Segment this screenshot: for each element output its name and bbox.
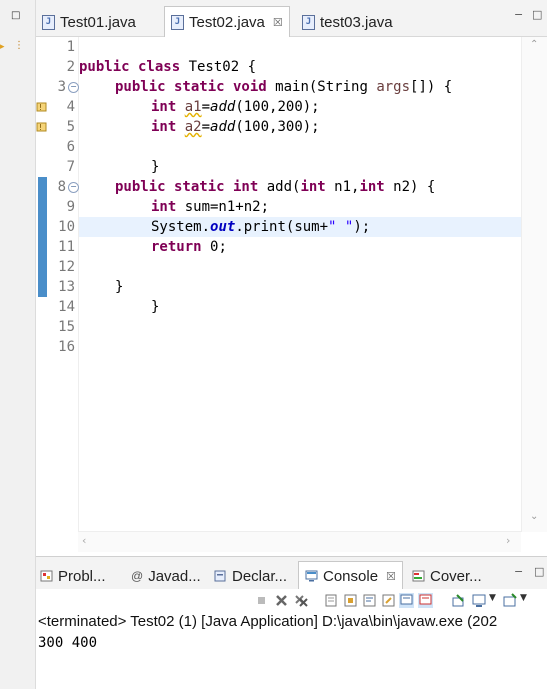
- tab-label: Probl...: [58, 567, 106, 585]
- line-number: 16: [58, 339, 75, 355]
- tab-console[interactable]: Console ☒: [298, 561, 403, 590]
- word-wrap-icon[interactable]: [362, 593, 377, 608]
- maximize-icon[interactable]: □: [534, 565, 544, 578]
- code-line: public class Test02 {: [79, 59, 257, 75]
- line-number: 8: [57, 179, 66, 195]
- code-line: public static void main(String args[]) {: [115, 79, 453, 95]
- scroll-down-icon[interactable]: ⌄: [530, 511, 538, 522]
- svg-text:!: !: [39, 103, 42, 112]
- svg-text:!: !: [39, 123, 42, 132]
- horizontal-scrollbar[interactable]: ‹ ›: [78, 531, 521, 552]
- tab-declaration[interactable]: Declar...: [214, 565, 287, 587]
- line-number: 12: [58, 259, 75, 275]
- code-line: int sum=n1+n2;: [151, 199, 270, 215]
- left-view-strip: □ ⋮ ▸: [0, 0, 36, 689]
- editor-tab-bar: J Test01.java J Test02.java ☒ J test03.j…: [36, 0, 547, 37]
- fold-toggle-icon[interactable]: −: [68, 82, 79, 93]
- console-output[interactable]: 300 400: [38, 635, 97, 651]
- warning-icon[interactable]: !: [36, 101, 47, 112]
- minimize-icon[interactable]: −: [514, 565, 523, 578]
- vertical-scrollbar[interactable]: ⌃ ⌄: [521, 37, 547, 532]
- restore-view-icon[interactable]: □: [11, 10, 20, 21]
- change-marker-bar: [38, 177, 47, 297]
- code-line: }: [151, 299, 160, 315]
- code-line: public static int add(int n1,int n2) {: [115, 179, 436, 195]
- line-number: 7: [66, 159, 75, 175]
- code-lines: public class Test02 { public static void…: [79, 37, 522, 532]
- chevron-down-icon[interactable]: ▼: [489, 593, 496, 603]
- tab-label: Cover...: [430, 567, 482, 585]
- line-number: 4: [66, 99, 75, 115]
- line-number: 1: [66, 39, 75, 55]
- coverage-icon: [412, 570, 425, 582]
- code-line: int a1=add(100,200);: [151, 99, 320, 115]
- code-line: }: [151, 159, 160, 175]
- java-file-icon: J: [171, 14, 184, 30]
- line-numbers: 1 2 3 4 5 6 7 8 9 10 11 12 13 14 15 16 −…: [50, 37, 79, 532]
- terminate-icon[interactable]: [254, 593, 269, 608]
- code-line: int a2=add(100,300);: [151, 119, 320, 135]
- pin-console-icon[interactable]: [381, 593, 396, 608]
- code-line: return 0;: [151, 239, 227, 255]
- close-tab-icon[interactable]: ☒: [386, 570, 396, 583]
- tab-label: Console: [323, 567, 379, 585]
- clear-console-icon[interactable]: [324, 593, 339, 608]
- scroll-lock-icon[interactable]: [343, 593, 358, 608]
- tab-label: Test01.java: [60, 13, 136, 31]
- remove-all-icon[interactable]: [294, 593, 309, 608]
- tab-javadoc[interactable]: @ Javad...: [131, 565, 201, 587]
- code-line: System.out.print(sum+" ");: [151, 219, 371, 235]
- panel-tab-bar: Probl... @ Javad... Declar... Console ☒ …: [36, 557, 547, 590]
- code-editor: J Test01.java J Test02.java ☒ J test03.j…: [36, 0, 547, 555]
- display-console-icon[interactable]: [472, 593, 487, 608]
- line-number: 9: [66, 199, 75, 215]
- fold-toggle-icon[interactable]: −: [68, 182, 79, 193]
- remove-launch-icon[interactable]: [274, 593, 289, 608]
- line-number: 2: [66, 59, 75, 75]
- line-number: 13: [58, 279, 75, 295]
- code-area[interactable]: ! ! 1 2 3 4 5 6 7 8 9 10 11 12 13 14 15 …: [36, 37, 522, 532]
- declaration-icon: [214, 570, 226, 582]
- line-number: 11: [58, 239, 75, 255]
- tab-coverage[interactable]: Cover...: [412, 565, 482, 587]
- tab-label: test03.java: [320, 13, 393, 31]
- code-line: }: [115, 279, 124, 295]
- line-number: 3: [57, 79, 66, 95]
- console-status: <terminated> Test02 (1) [Java Applicatio…: [38, 613, 498, 630]
- tab-label: Test02.java: [189, 13, 265, 31]
- tab-test03[interactable]: J test03.java: [302, 8, 393, 36]
- tab-test01[interactable]: J Test01.java: [42, 8, 136, 36]
- console-icon: [305, 570, 318, 582]
- javadoc-icon: @: [131, 569, 144, 583]
- console-panel: Probl... @ Javad... Declar... Console ☒ …: [36, 556, 547, 690]
- tab-test02[interactable]: J Test02.java ☒: [164, 6, 290, 37]
- warning-icon[interactable]: !: [36, 121, 47, 132]
- line-number: 14: [58, 299, 75, 315]
- chevron-down-icon[interactable]: ▼: [520, 593, 527, 603]
- line-number: 5: [66, 119, 75, 135]
- scroll-right-icon[interactable]: ›: [506, 534, 510, 547]
- minimize-icon[interactable]: −: [514, 8, 523, 21]
- maximize-icon[interactable]: □: [532, 8, 542, 21]
- scroll-left-icon[interactable]: ‹: [82, 534, 86, 547]
- line-number: 6: [66, 139, 75, 155]
- tab-label: Javad...: [148, 567, 201, 585]
- show-on-stderr-icon[interactable]: [418, 593, 433, 608]
- tab-problems[interactable]: Probl...: [40, 565, 106, 587]
- pin-icon[interactable]: [451, 593, 466, 608]
- line-number: 10: [58, 219, 75, 235]
- tab-label: Declar...: [232, 567, 288, 585]
- close-tab-icon[interactable]: ☒: [273, 16, 283, 29]
- java-file-icon: J: [302, 14, 315, 30]
- java-file-icon: J: [42, 14, 55, 30]
- console-toolbar: ▼ ▼: [36, 589, 547, 613]
- scroll-up-icon[interactable]: ⌃: [530, 39, 538, 50]
- expand-arrow-icon[interactable]: ▸: [0, 42, 5, 52]
- outline-icon[interactable]: ⋮: [14, 40, 24, 51]
- line-number: 15: [58, 319, 75, 335]
- open-console-icon[interactable]: [503, 593, 518, 608]
- show-on-stdout-icon[interactable]: [399, 593, 414, 608]
- problems-icon: [40, 570, 53, 582]
- annotation-ruler: ! !: [36, 37, 50, 532]
